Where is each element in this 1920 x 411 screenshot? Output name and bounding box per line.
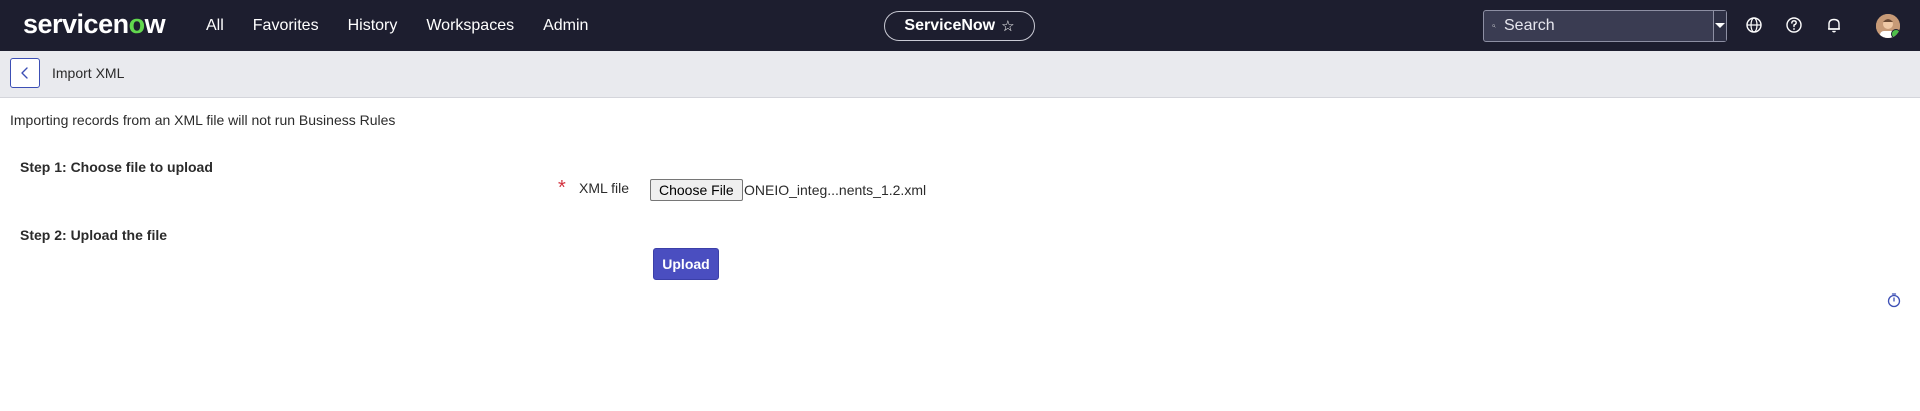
star-icon[interactable]: ☆ bbox=[1001, 17, 1014, 35]
top-navigation-bar: servicenow All Favorites History Workspa… bbox=[0, 0, 1920, 51]
nav-admin[interactable]: Admin bbox=[543, 17, 588, 35]
logo-ring: o bbox=[128, 9, 146, 39]
nav-history[interactable]: History bbox=[348, 17, 398, 35]
chevron-left-icon bbox=[21, 67, 28, 79]
online-status-dot bbox=[1891, 29, 1900, 38]
globe-icon[interactable] bbox=[1745, 16, 1763, 34]
avatar[interactable] bbox=[1876, 14, 1900, 38]
step1-heading: Step 1: Choose file to upload bbox=[20, 159, 213, 175]
choose-file-button[interactable]: Choose File bbox=[650, 179, 743, 201]
business-rules-notice: Importing records from an XML file will … bbox=[10, 112, 396, 128]
bell-icon[interactable] bbox=[1825, 16, 1843, 34]
app-scope-pill[interactable]: ServiceNow ☆ bbox=[884, 11, 1035, 41]
logo-text-end: w bbox=[144, 9, 166, 39]
help-icon[interactable] bbox=[1785, 16, 1803, 34]
page-title: Import XML bbox=[52, 65, 125, 81]
upload-button[interactable]: Upload bbox=[653, 248, 719, 280]
required-indicator: * bbox=[558, 177, 566, 199]
selected-file-name: ONEIO_integ...nents_1.2.xml bbox=[744, 182, 927, 198]
logo-text-start: servicen bbox=[23, 9, 129, 39]
step2-heading: Step 2: Upload the file bbox=[20, 227, 168, 243]
nav-workspaces[interactable]: Workspaces bbox=[426, 17, 514, 35]
timer-icon[interactable] bbox=[1886, 292, 1902, 308]
search-input[interactable] bbox=[1496, 11, 1713, 41]
nav-favorites[interactable]: Favorites bbox=[253, 17, 319, 35]
app-scope-label: ServiceNow bbox=[904, 17, 996, 34]
servicenow-logo[interactable]: servicenow bbox=[23, 9, 166, 39]
nav-all[interactable]: All bbox=[206, 17, 224, 35]
xml-file-label: XML file bbox=[579, 180, 630, 196]
chevron-down-icon bbox=[1715, 23, 1725, 28]
search-dropdown-button[interactable] bbox=[1713, 11, 1726, 41]
global-search bbox=[1483, 10, 1727, 42]
back-button[interactable] bbox=[10, 58, 40, 88]
main-nav: All Favorites History Workspaces Admin bbox=[206, 0, 617, 51]
form-header-bar bbox=[0, 51, 1920, 98]
